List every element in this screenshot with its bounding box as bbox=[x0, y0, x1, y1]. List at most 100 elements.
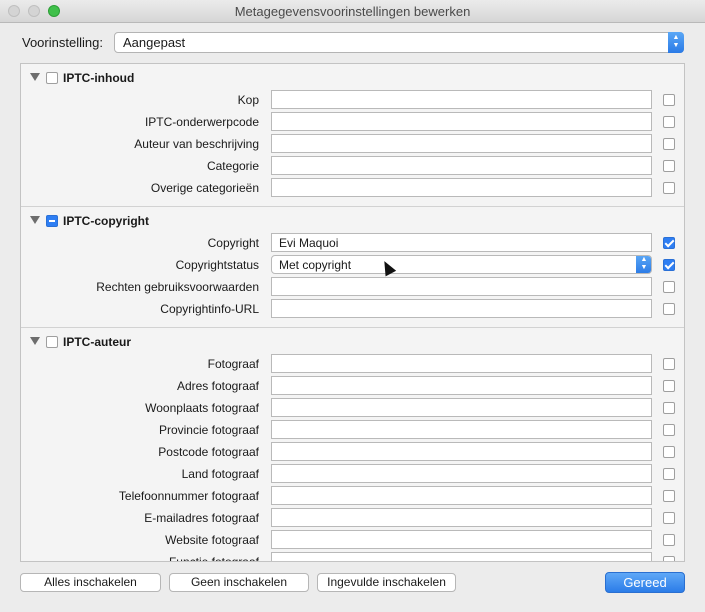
field-label: Copyrightstatus bbox=[175, 258, 259, 272]
field-input[interactable] bbox=[271, 178, 652, 197]
section-1: IPTC-copyright Copyright Evi Maquoi Copyrig… bbox=[21, 207, 684, 328]
field-label: Land fotograaf bbox=[181, 467, 259, 481]
title-bar: Metagegevensvoorinstellingen bewerken bbox=[0, 0, 705, 23]
preset-label: Voorinstelling: bbox=[22, 35, 103, 50]
field-input[interactable] bbox=[271, 486, 652, 505]
field-input[interactable] bbox=[271, 376, 652, 395]
preset-select[interactable]: Aangepast ▲ ▼ bbox=[114, 32, 684, 53]
field-label: Categorie bbox=[206, 159, 259, 173]
field-row: IPTC-onderwerpcode bbox=[21, 110, 684, 132]
disclosure-triangle-icon[interactable] bbox=[30, 216, 40, 224]
field-input[interactable] bbox=[271, 464, 652, 483]
field-input[interactable]: Evi Maquoi bbox=[271, 233, 652, 252]
field-input[interactable] bbox=[271, 90, 652, 109]
field-input[interactable] bbox=[271, 156, 652, 175]
field-checkbox[interactable] bbox=[663, 138, 675, 150]
section-header: IPTC-auteur bbox=[21, 330, 684, 352]
field-row: Postcode fotograaf bbox=[21, 440, 684, 462]
field-checkbox[interactable] bbox=[663, 94, 675, 106]
field-row: E-mailadres fotograaf bbox=[21, 506, 684, 528]
field-checkbox[interactable] bbox=[663, 446, 675, 458]
field-label: Adres fotograaf bbox=[176, 379, 259, 393]
field-input[interactable] bbox=[271, 442, 652, 461]
section-header: IPTC-copyright bbox=[21, 209, 684, 231]
field-input[interactable] bbox=[271, 299, 652, 318]
field-label: Website fotograaf bbox=[165, 533, 259, 547]
field-label: Functie fotograaf bbox=[168, 555, 259, 562]
field-row: Rechten gebruiksvoorwaarden bbox=[21, 275, 684, 297]
field-input[interactable] bbox=[271, 398, 652, 417]
check-all-button[interactable]: Alles inschakelen bbox=[20, 573, 161, 592]
field-row: Copyright Evi Maquoi bbox=[21, 231, 684, 253]
preset-value: Aangepast bbox=[123, 35, 186, 50]
field-checkbox[interactable] bbox=[663, 490, 675, 502]
disclosure-triangle-icon[interactable] bbox=[30, 337, 40, 345]
field-input[interactable] bbox=[271, 277, 652, 296]
field-checkbox[interactable] bbox=[663, 303, 675, 315]
field-label: Fotograaf bbox=[207, 357, 259, 371]
field-checkbox[interactable] bbox=[663, 237, 675, 249]
field-select[interactable]: Met copyright ▲ ▼ bbox=[271, 255, 652, 274]
field-row: Fotograaf bbox=[21, 352, 684, 374]
field-label: Copyrightinfo-URL bbox=[160, 302, 259, 316]
field-input[interactable] bbox=[271, 354, 652, 373]
field-label: IPTC-onderwerpcode bbox=[144, 115, 259, 129]
field-input[interactable] bbox=[271, 508, 652, 527]
field-checkbox[interactable] bbox=[663, 556, 675, 561]
chevron-updown-icon: ▲ ▼ bbox=[668, 32, 684, 53]
field-checkbox[interactable] bbox=[663, 116, 675, 128]
field-checkbox[interactable] bbox=[663, 182, 675, 194]
field-row: Functie fotograaf bbox=[21, 550, 684, 562]
field-checkbox[interactable] bbox=[663, 424, 675, 436]
field-checkbox[interactable] bbox=[663, 259, 675, 271]
field-label: Postcode fotograaf bbox=[158, 445, 259, 459]
field-input[interactable] bbox=[271, 420, 652, 439]
field-checkbox[interactable] bbox=[663, 512, 675, 524]
field-label: Provincie fotograaf bbox=[158, 423, 259, 437]
field-label: Telefoonnummer fotograaf bbox=[118, 489, 259, 503]
field-input[interactable] bbox=[271, 530, 652, 549]
field-value: Met copyright bbox=[279, 258, 352, 272]
field-row: Copyrightstatus Met copyright ▲ ▼ bbox=[21, 253, 684, 275]
section-title: IPTC-inhoud bbox=[63, 71, 135, 85]
chevron-updown-icon: ▲ ▼ bbox=[636, 256, 651, 273]
field-row: Overige categorieën bbox=[21, 176, 684, 198]
field-label: Auteur van beschrijving bbox=[134, 137, 259, 151]
section-title: IPTC-copyright bbox=[63, 214, 149, 228]
field-checkbox[interactable] bbox=[663, 380, 675, 392]
section-checkbox[interactable] bbox=[46, 72, 58, 84]
field-label: Woonplaats fotograaf bbox=[145, 401, 259, 415]
field-checkbox[interactable] bbox=[663, 281, 675, 293]
section-checkbox[interactable] bbox=[46, 336, 58, 348]
section-checkbox[interactable] bbox=[46, 215, 58, 227]
field-row: Land fotograaf bbox=[21, 462, 684, 484]
field-row: Copyrightinfo-URL bbox=[21, 297, 684, 319]
check-none-button[interactable]: Geen inschakelen bbox=[169, 573, 309, 592]
field-row: Adres fotograaf bbox=[21, 374, 684, 396]
field-row: Telefoonnummer fotograaf bbox=[21, 484, 684, 506]
field-label: E-mailadres fotograaf bbox=[144, 511, 259, 525]
section-2: IPTC-auteur Fotograaf Adres fotograaf Woonp… bbox=[21, 328, 684, 562]
section-title: IPTC-auteur bbox=[63, 335, 132, 349]
section-0: IPTC-inhoud Kop IPTC-onderwerpcode Auteur v… bbox=[21, 64, 684, 207]
field-checkbox[interactable] bbox=[663, 160, 675, 172]
field-label: Rechten gebruiksvoorwaarden bbox=[96, 280, 259, 294]
done-button[interactable]: Gereed bbox=[605, 572, 685, 593]
check-filled-button[interactable]: Ingevulde inschakelen bbox=[317, 573, 456, 592]
field-checkbox[interactable] bbox=[663, 468, 675, 480]
field-row: Woonplaats fotograaf bbox=[21, 396, 684, 418]
field-label: Overige categorieën bbox=[150, 181, 259, 195]
field-checkbox[interactable] bbox=[663, 402, 675, 414]
disclosure-triangle-icon[interactable] bbox=[30, 73, 40, 81]
field-input[interactable] bbox=[271, 112, 652, 131]
field-label: Copyright bbox=[207, 236, 259, 250]
field-row: Provincie fotograaf bbox=[21, 418, 684, 440]
field-input[interactable] bbox=[271, 552, 652, 561]
field-value: Evi Maquoi bbox=[279, 236, 339, 250]
field-input[interactable] bbox=[271, 134, 652, 153]
field-checkbox[interactable] bbox=[663, 358, 675, 370]
field-checkbox[interactable] bbox=[663, 534, 675, 546]
field-label: Kop bbox=[237, 93, 259, 107]
metadata-fields-panel[interactable]: IPTC-inhoud Kop IPTC-onderwerpcode Auteur v… bbox=[20, 63, 685, 562]
field-row: Kop bbox=[21, 88, 684, 110]
